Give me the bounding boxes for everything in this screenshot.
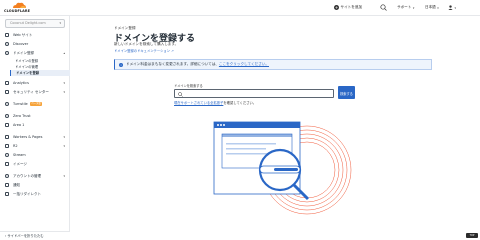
sidebar-item-label: Area 1 xyxy=(13,123,25,127)
chevron-down-icon: ▾ xyxy=(454,5,457,10)
chevron-down-icon: ▾ xyxy=(59,21,61,25)
plus-icon: + xyxy=(334,5,339,10)
sidebar-item-discover[interactable]: Discover xyxy=(0,40,70,48)
chevron-down-icon: ▾ xyxy=(63,135,65,139)
documentation-link[interactable]: ドメイン登録のドキュメンテーション ↗ xyxy=(114,48,174,53)
logo-text: CLOUDFLARE xyxy=(4,9,31,13)
analytics-icon xyxy=(5,81,9,85)
language-label: 日本語 xyxy=(425,5,436,9)
search-icon xyxy=(178,92,183,97)
sidebar-item-label: R2 xyxy=(13,144,18,148)
collapse-label: サイドバーを折りたたむ xyxy=(7,234,44,238)
sidebar-item-r2[interactable]: R2 ▾ xyxy=(0,142,70,150)
chevron-down-icon: ▾ xyxy=(63,81,65,85)
supported-extensions-note: 現在サポートされている全拡張子を確認してください。 xyxy=(174,100,256,105)
support-label: サポート xyxy=(397,5,412,9)
sidebar-item-label: Workers & Pages xyxy=(13,135,43,139)
cloudflare-logo[interactable]: CLOUDFLARE xyxy=(4,2,34,14)
globe-icon xyxy=(5,33,9,37)
sidebar-item-websites[interactable]: Web サイト xyxy=(0,31,70,39)
sidebar: Coconut Delight.com ▾ Web サイト Discover ド… xyxy=(0,16,70,240)
sidebar-item-zero-trust[interactable]: Zero Trust xyxy=(0,112,70,120)
domain-search-input[interactable] xyxy=(185,91,331,97)
email-security-icon xyxy=(5,123,9,127)
chevron-up-icon: ▴ xyxy=(63,51,65,55)
bell-icon xyxy=(5,183,9,187)
sidebar-item-label: Web サイト xyxy=(13,32,33,37)
sidebar-item-label: Stream xyxy=(13,153,26,157)
sidebar-item-turnstile[interactable]: Turnstile ベータ版 xyxy=(0,100,70,108)
user-menu[interactable]: ▾ xyxy=(448,5,456,10)
sidebar-item-images[interactable]: イメージ xyxy=(0,160,70,168)
account-icon xyxy=(5,174,9,178)
language-menu[interactable]: 日本語 ▾ xyxy=(425,5,439,10)
redirect-icon xyxy=(5,192,9,196)
chevron-down-icon: ▾ xyxy=(412,5,415,10)
top-bar: CLOUDFLARE + サイトを追加 サポート ▾ 日本語 ▾ ▾ xyxy=(0,0,480,16)
documentation-link-label: ドメイン登録のドキュメンテーション xyxy=(114,49,170,53)
add-site-button[interactable]: + サイトを追加 xyxy=(334,5,362,10)
workers-icon xyxy=(5,135,9,139)
search-label: ドメインを検索する xyxy=(174,84,203,88)
add-site-label: サイトを追加 xyxy=(340,5,363,9)
sidebar-item-label: 通知 xyxy=(13,182,20,187)
chevron-down-icon: ▾ xyxy=(63,174,65,178)
compass-icon xyxy=(5,42,9,46)
sidebar-item-manage-account[interactable]: アカウントの管理 ▾ xyxy=(0,172,70,180)
external-link-icon: ↗ xyxy=(171,49,174,53)
sidebar-item-label: 一括リダイレクト xyxy=(13,191,41,196)
search-button[interactable]: 検索する xyxy=(338,86,355,99)
sidebar-item-label: ドメイン登録 xyxy=(13,50,34,55)
user-icon xyxy=(448,5,453,10)
domain-search-illustration xyxy=(213,121,352,215)
zero-trust-icon xyxy=(5,114,9,118)
chevron-down-icon: ▾ xyxy=(63,90,65,94)
sidebar-item-label: アカウントの管理 xyxy=(13,173,41,178)
globe-register-icon xyxy=(5,51,9,55)
image-icon xyxy=(5,162,9,166)
storage-icon xyxy=(5,144,9,148)
sidebar-item-label: セキュリティ センター xyxy=(13,89,49,94)
sidebar-item-label: Discover xyxy=(13,42,29,46)
sidebar-item-domain-registration[interactable]: ドメイン登録 ▴ xyxy=(0,49,70,57)
sidebar-item-analytics[interactable]: Analytics ▾ xyxy=(0,79,70,87)
page-subtitle: 新しいドメインを検索して購入します。 xyxy=(114,42,179,46)
stream-icon xyxy=(5,153,9,157)
search-icon[interactable] xyxy=(380,4,387,11)
sidebar-subitem-register-domain[interactable]: ドメインを登録 xyxy=(10,70,70,76)
sidebar-item-security-center[interactable]: セキュリティ センター ▾ xyxy=(0,88,70,96)
banner-text: ドメイン料金はまもなく変更されます。詳細については、 xyxy=(126,62,219,66)
domain-search-field[interactable] xyxy=(174,89,334,98)
sidebar-item-area-1[interactable]: Area 1 xyxy=(0,121,70,129)
sidebar-item-label: Analytics xyxy=(13,81,29,85)
sidebar-item-label: Zero Trust xyxy=(13,114,31,118)
banner-link[interactable]: ここをクリックしてください。 xyxy=(219,62,269,67)
sidebar-item-workers-pages[interactable]: Workers & Pages ▾ xyxy=(0,133,70,141)
sidebar-item-label: Turnstile xyxy=(13,102,28,106)
support-menu[interactable]: サポート ▾ xyxy=(397,5,414,10)
supported-extensions-text: を確認してください。 xyxy=(223,101,257,105)
supported-extensions-link[interactable]: 現在サポートされている全拡張子 xyxy=(174,101,223,105)
corner-badge[interactable]: TOP xyxy=(466,233,478,238)
sidebar-item-bulk-redirects[interactable]: 一括リダイレクト xyxy=(0,190,70,198)
collapse-sidebar-button[interactable]: ‹ サイドバーを折りたたむ xyxy=(0,231,70,240)
cloud-logo-icon xyxy=(13,2,26,8)
info-icon: i xyxy=(119,62,123,67)
sidebar-item-label: イメージ xyxy=(13,161,27,166)
sidebar-item-notifications[interactable]: 通知 xyxy=(0,181,70,189)
chevron-down-icon: ▾ xyxy=(437,5,439,10)
shield-icon xyxy=(5,90,9,94)
account-name: Coconut Delight.com xyxy=(10,21,46,25)
beta-badge: ベータ版 xyxy=(29,102,43,106)
account-selector[interactable]: Coconut Delight.com ▾ xyxy=(5,19,65,28)
chevron-down-icon: ▾ xyxy=(63,144,65,148)
price-change-banner: i ドメイン料金はまもなく変更されます。詳細については、 ここをクリックしてくだ… xyxy=(114,59,432,70)
turnstile-icon xyxy=(5,102,9,106)
sidebar-item-stream[interactable]: Stream xyxy=(0,151,70,159)
